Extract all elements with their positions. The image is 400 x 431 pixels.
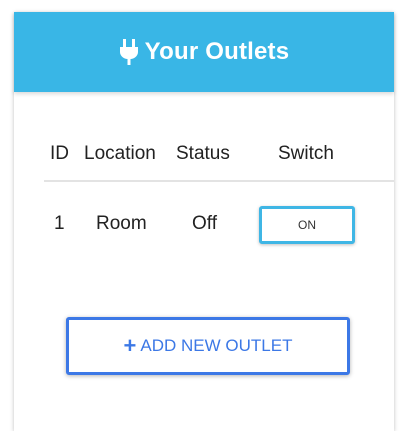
column-header-location: Location xyxy=(84,143,156,164)
page-title: Your Outlets xyxy=(144,38,290,65)
switch-on-button[interactable]: ON xyxy=(259,206,355,244)
table-row: 1 Room Off ON xyxy=(44,182,394,244)
outlets-card: Your Outlets ID Location Status Switch 1… xyxy=(14,12,394,431)
page: Your Outlets ID Location Status Switch 1… xyxy=(0,0,400,431)
column-header-switch: Switch xyxy=(278,143,334,164)
plus-icon: + xyxy=(123,333,137,358)
add-new-outlet-label: ADD NEW OUTLET xyxy=(140,336,293,355)
card-header: Your Outlets xyxy=(14,12,394,92)
column-header-status: Status xyxy=(176,143,230,164)
outlet-location: Room xyxy=(96,213,147,234)
plug-icon xyxy=(119,38,139,66)
column-header-id: ID xyxy=(50,143,69,164)
outlet-id: 1 xyxy=(54,213,65,234)
add-new-outlet-button[interactable]: + ADD NEW OUTLET xyxy=(66,317,350,375)
outlet-status: Off xyxy=(192,213,217,234)
table-header-row: ID Location Status Switch xyxy=(44,132,394,182)
outlets-table: ID Location Status Switch 1 Room Off ON xyxy=(44,132,394,244)
